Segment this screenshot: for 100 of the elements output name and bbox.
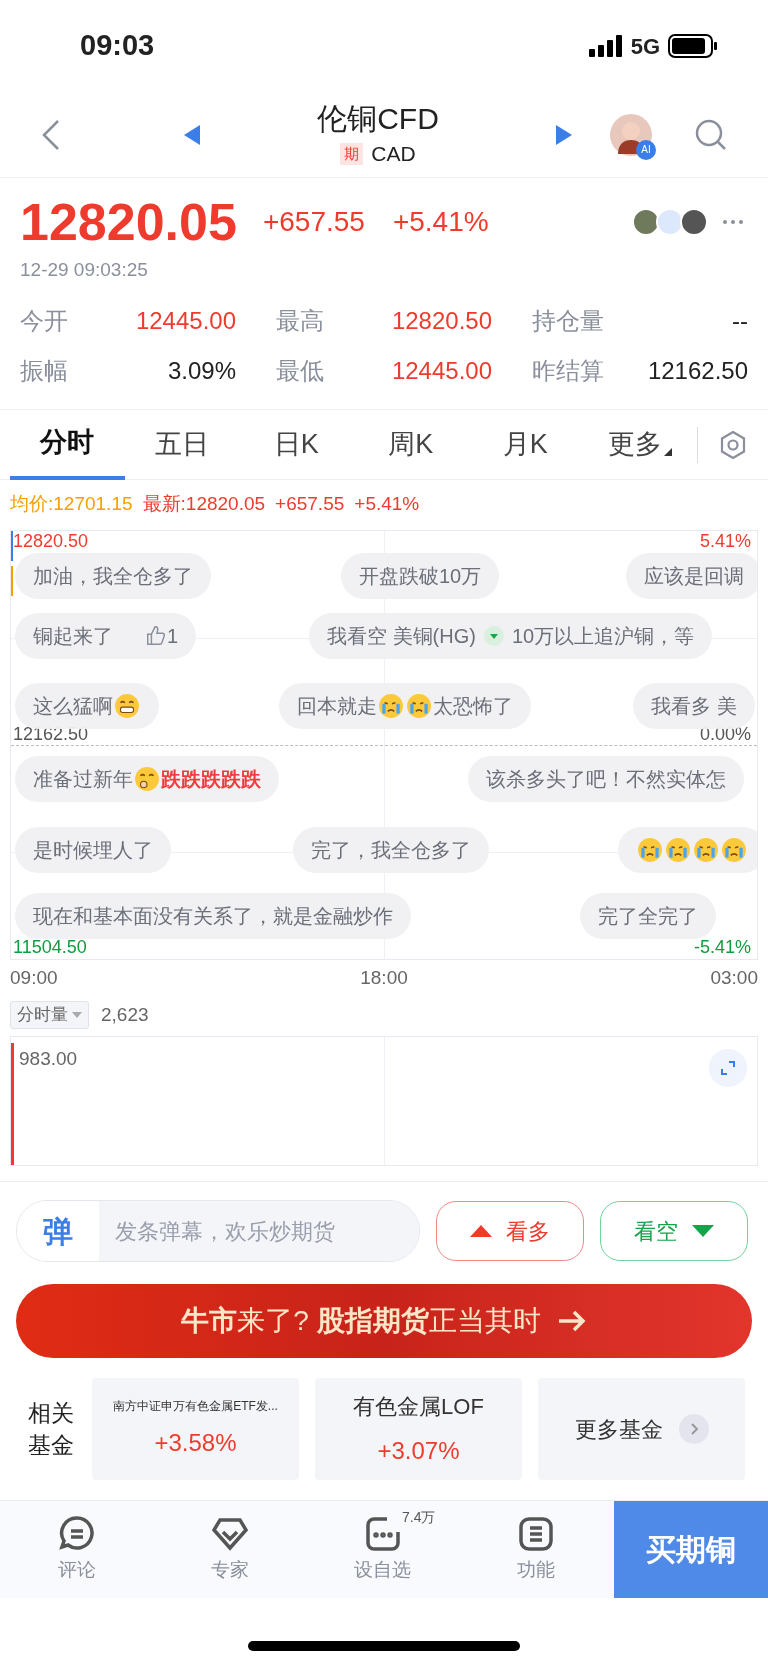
user-avatar[interactable] (656, 208, 684, 236)
more-funds-label: 更多基金 (574, 1415, 663, 1444)
axis-label: 11504.50 (13, 937, 87, 957)
expand-button[interactable] (709, 1049, 747, 1087)
ai-badge: AI (636, 139, 656, 160)
percent-change: +5.41% (392, 205, 489, 239)
related-funds-label: 相关基金 (28, 1399, 75, 1460)
user-avatar[interactable] (632, 208, 660, 236)
banner-text: 牛市来了? 股指期货正当其时 (181, 1304, 541, 1338)
chart-tab[interactable]: 周K (353, 409, 468, 480)
expand-icon (720, 1060, 736, 1076)
like-count: 1 (167, 624, 179, 649)
chart-tab[interactable]: 五日 (124, 409, 239, 480)
axis-label: 12820.50 (13, 531, 89, 551)
latest-change: +657.55 (275, 491, 345, 516)
volume-selector[interactable]: 分时量 (10, 1001, 89, 1029)
follower-count: 7.4万 (402, 1508, 436, 1527)
signal-icon (588, 35, 623, 57)
caret-icon (72, 1012, 82, 1018)
nav-label: 功能 (516, 1558, 555, 1583)
comment-text: 该杀多头了吧！不然实体怎 (486, 767, 726, 792)
quote-timestamp: 12-29 09:03:25 (20, 258, 149, 282)
stat-label: 今开 (20, 305, 68, 336)
nav-label: 评论 (57, 1558, 96, 1583)
buy-button[interactable]: 买期铜 (614, 1501, 768, 1598)
bullish-button[interactable]: 看多 (436, 1201, 584, 1261)
comment-bubble[interactable]: 完了，我全仓多了 (293, 827, 489, 873)
comment-bubble[interactable]: 准备过新年 跌跌跌跌跌 (15, 756, 279, 802)
fund-card[interactable]: 有色金属LOF +3.07% (315, 1378, 522, 1480)
user-avatar[interactable] (680, 208, 708, 236)
comment-bubble[interactable]: 是时候埋人了 (15, 827, 171, 873)
fund-card[interactable]: 南方中证申万有色金属ETF发... +3.58% (92, 1378, 299, 1480)
comment-bubble[interactable]: 开盘跌破10万 (341, 553, 500, 599)
search-icon[interactable] (694, 117, 728, 152)
stat-value: 12162.50 (647, 355, 748, 386)
crying-face-icon (378, 693, 404, 719)
comment-text: 开盘跌破10万 (359, 564, 482, 589)
sneezing-face-icon (134, 766, 160, 792)
crying-face-icon (693, 837, 719, 863)
comment-bubble[interactable] (618, 827, 757, 873)
comment-text: 跌跌跌跌跌 (161, 767, 261, 792)
clock: 09:03 (80, 28, 155, 64)
comment-text: 准备过新年 (33, 767, 133, 792)
average-price: 均价:12701.15 (10, 491, 133, 516)
bearish-button[interactable]: 看空 (600, 1201, 748, 1261)
chart-tab[interactable]: 更多 (582, 409, 697, 480)
comment-bubble[interactable]: 我看空 美铜(HG) 10万以上追沪铜，等 (309, 613, 713, 659)
comment-text: 加油，我全仓多了 (33, 564, 193, 589)
fund-change: +3.58% (154, 1428, 237, 1458)
chart-tab[interactable]: 分时 (10, 409, 125, 480)
network-label: 5G (630, 32, 660, 61)
comment-bubble[interactable]: 加油，我全仓多了 (15, 553, 211, 599)
comment-text: 现在和基本面没有关系了，就是金融炒作 (33, 904, 393, 929)
stat-value: 12820.50 (391, 305, 492, 336)
comment-bubble[interactable]: 应该是回调 (626, 553, 757, 599)
time-label: 09:00 (10, 965, 58, 990)
next-icon[interactable] (554, 124, 572, 145)
nav-label: 专家 (210, 1558, 249, 1583)
crying-face-icon (637, 837, 663, 863)
down-triangle-icon (692, 1225, 714, 1237)
comment-bubble[interactable]: 完了全完了 (580, 893, 716, 939)
instrument-code: CAD (371, 140, 416, 167)
stat-label: 振幅 (20, 355, 68, 386)
stat-value: 12445.00 (135, 305, 236, 336)
nav-item[interactable]: 功能 (459, 1501, 612, 1598)
stat-label: 持仓量 (532, 305, 604, 336)
nav-item[interactable]: 评论 (0, 1501, 153, 1598)
comment-bubble[interactable]: 该杀多头了吧！不然实体怎 (468, 756, 744, 802)
comment-text: 回本就走 (297, 694, 377, 719)
thumbs-up-icon (145, 625, 167, 647)
chart-tab[interactable]: 日K (239, 409, 354, 480)
price-change: +657.55 (262, 205, 365, 239)
more-funds-card[interactable]: 更多基金 (538, 1378, 745, 1480)
up-triangle-icon (470, 1225, 492, 1237)
comment-text: 太恐怖了 (433, 694, 513, 719)
comment-field[interactable]: 弹 发条弹幕，欢乐炒期货 (16, 1200, 420, 1262)
comment-text: 我看空 美铜(HG) (327, 624, 476, 649)
settings-icon[interactable] (718, 429, 748, 460)
comment-text: 10万以上追沪铜，等 (511, 624, 695, 649)
previous-icon[interactable] (184, 124, 202, 145)
nav-item[interactable]: 7.4万 设自选 (306, 1501, 459, 1598)
chart-tab[interactable]: 月K (468, 409, 583, 480)
fund-change: +3.07% (377, 1435, 460, 1466)
comment-bubble[interactable]: 回本就走 太恐怖了 (279, 683, 531, 729)
crying-face-icon (406, 693, 432, 719)
comment-text: 是时候埋人了 (33, 838, 153, 863)
comment-text: 完了，我全仓多了 (311, 838, 471, 863)
time-label: 03:00 (710, 965, 758, 990)
comment-text: 这么猛啊 (33, 694, 113, 719)
grinning-face-icon (114, 693, 140, 719)
comment-text: 应该是回调 (644, 564, 744, 589)
instrument-title: 伦铜CFD (317, 100, 439, 137)
more-icon[interactable] (722, 219, 744, 225)
nav-item[interactable]: 专家 (153, 1501, 306, 1598)
comment-bubble[interactable]: 现在和基本面没有关系了，就是金融炒作 (15, 893, 411, 939)
comment-bubble[interactable]: 铜起来了 1 (15, 613, 197, 659)
stat-label: 最高 (276, 305, 324, 336)
promo-banner[interactable]: 牛市来了? 股指期货正当其时 (16, 1284, 752, 1358)
stat-value: 12445.00 (391, 355, 492, 386)
axis-label: 5.41% (699, 531, 751, 551)
